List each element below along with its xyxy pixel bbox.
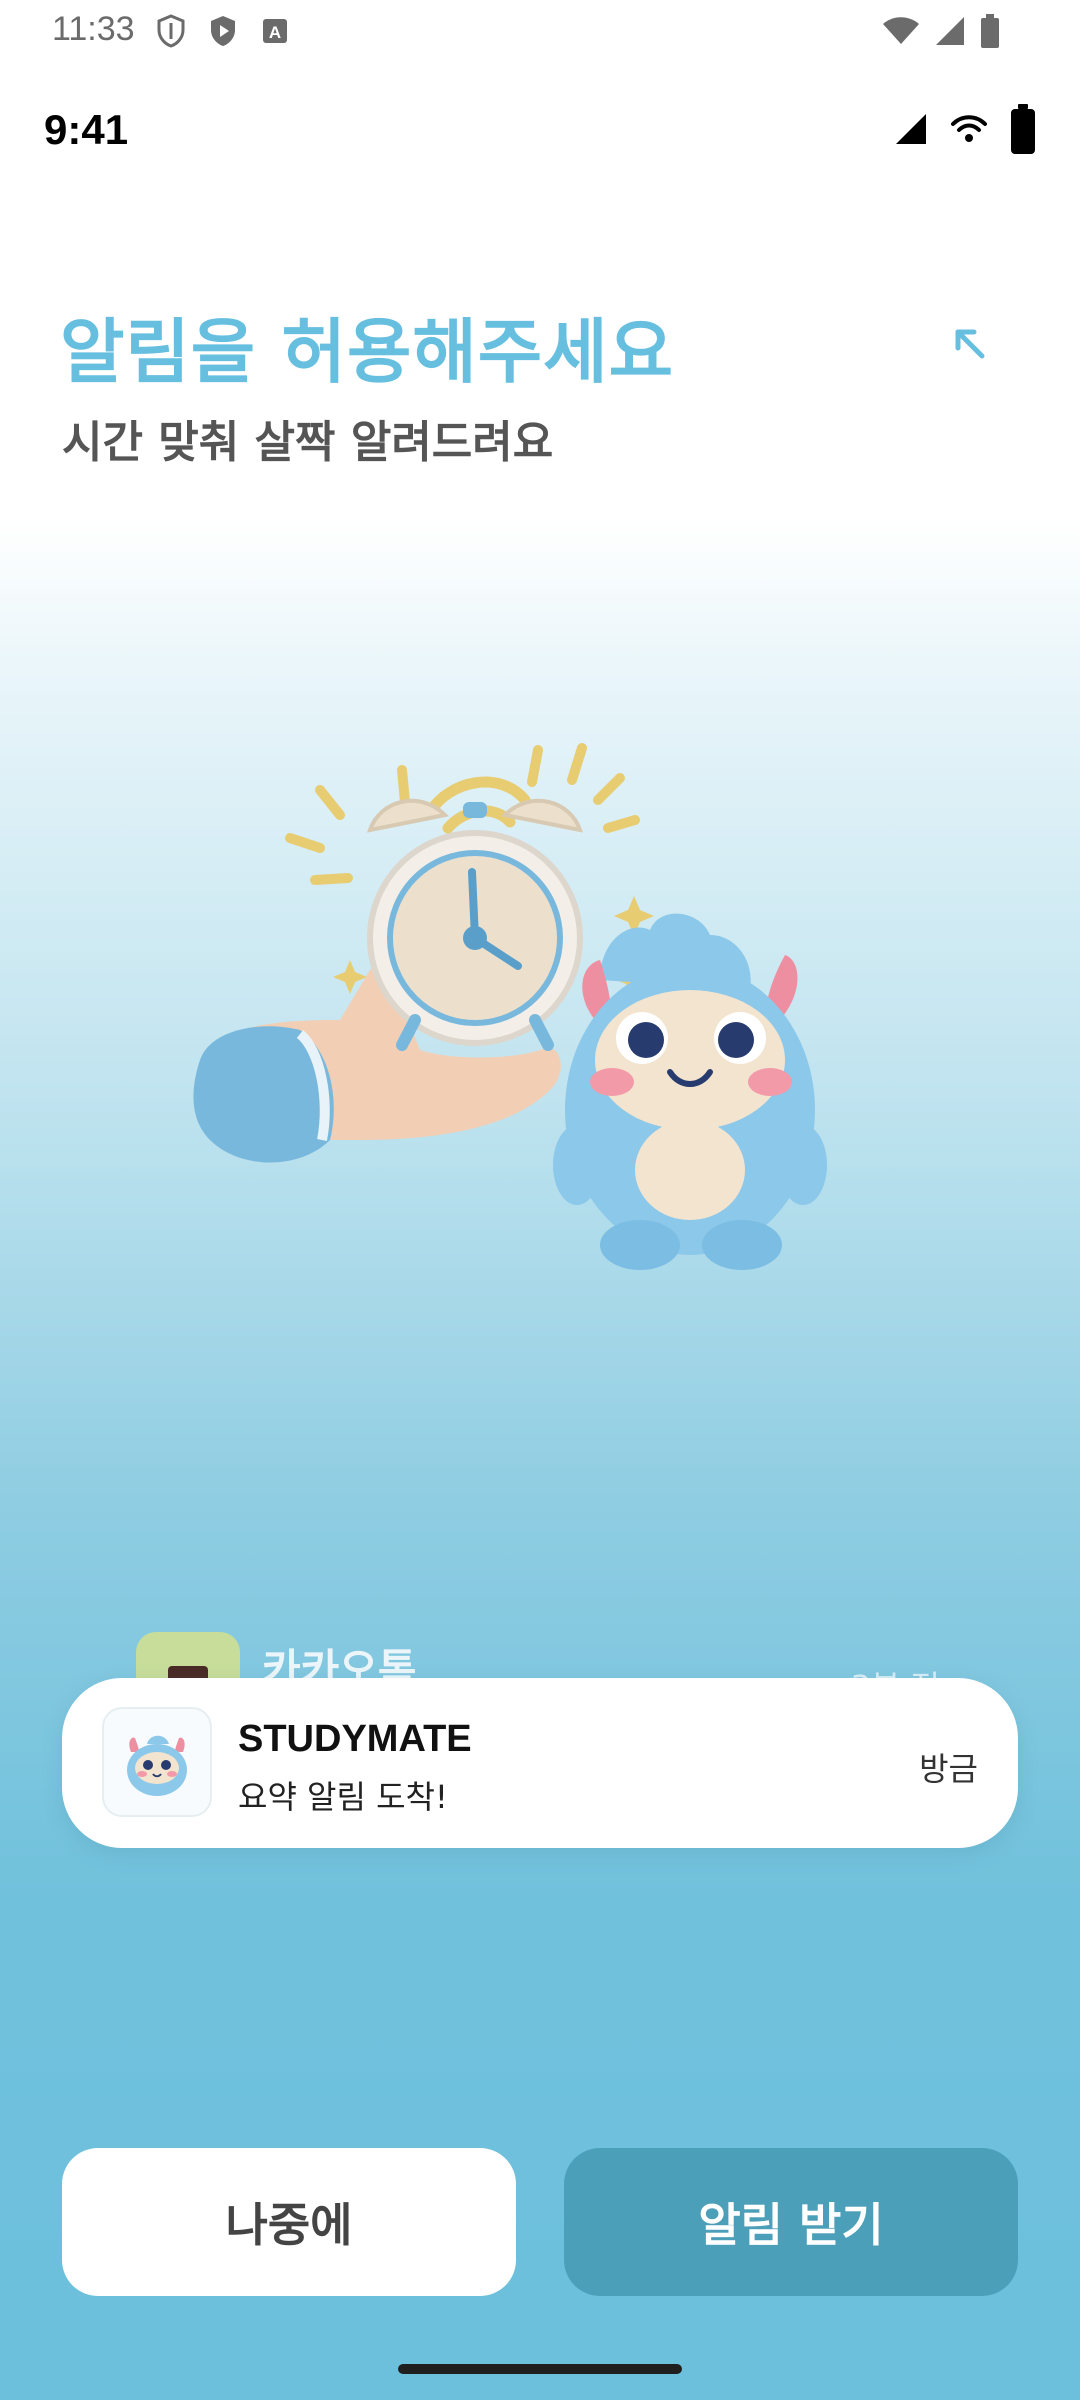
a-icon: A [260,14,290,52]
battery-icon [980,14,1000,52]
mascot-alarm-illustration [180,720,880,1370]
notification-message: 요약 알림 도착! [238,1778,448,1816]
system-status-bar: 11:33 A [0,0,1080,62]
play-protect-icon [208,14,238,52]
notification-card[interactable]: STUDYMATE 요약 알림 도착! 방금 [62,1678,1018,1848]
cell-signal-icon [894,112,928,150]
studymate-app-icon [102,1707,212,1817]
notification-app-name: STUDYMATE [238,1718,472,1760]
background-notification: 카카오톡 3분 전 [130,1626,960,1736]
cell-signal-icon [934,15,966,51]
battery-icon [1010,104,1036,158]
wifi-icon [950,113,988,149]
shield-icon [156,14,186,52]
home-indicator[interactable] [398,2364,682,2374]
app-status-icons [894,104,1036,158]
arrow-up-left-icon[interactable] [940,314,1000,374]
app-clock: 9:41 [44,106,129,153]
svg-text:A: A [269,23,281,42]
wifi-icon [882,16,920,50]
system-right-icons [882,14,1000,52]
allow-notifications-button[interactable]: 알림 받기 [564,2148,1018,2296]
mascot [553,913,827,1270]
system-notification-icons: A [156,14,290,52]
page-subtitle: 시간 맞춰 살짝 알려드려요 [62,417,554,468]
alarm-clock [367,798,583,1051]
page-title: 알림을 허용해주세요 [60,311,674,393]
app-status-bar: 9:41 [0,98,1080,168]
system-clock: 11:33 [52,10,135,48]
later-button[interactable]: 나중에 [62,2148,516,2296]
notification-time: 방금 [919,1750,978,1788]
